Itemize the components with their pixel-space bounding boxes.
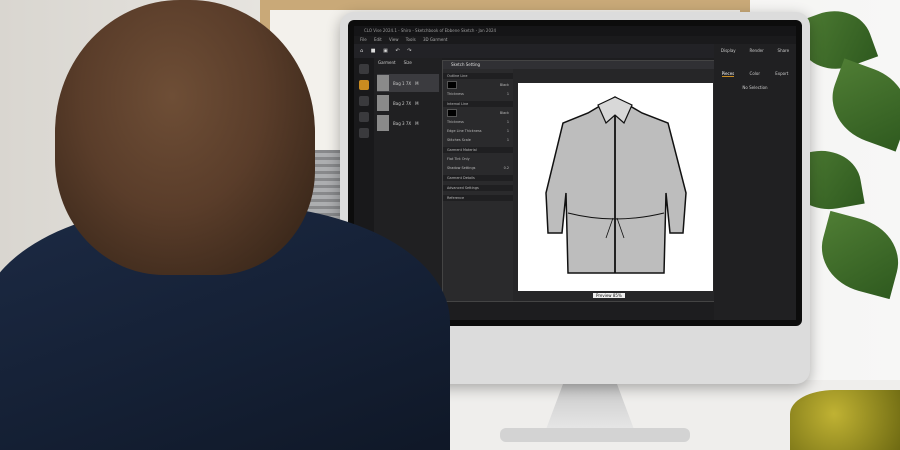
sketch-preview	[518, 83, 713, 291]
color-swatch[interactable]	[447, 80, 457, 89]
materials-nav-icon[interactable]	[359, 112, 369, 122]
internal-color-field[interactable]: Black	[447, 108, 509, 117]
menu-item-tools[interactable]: Tools	[406, 37, 416, 42]
jacket-sketch	[545, 96, 687, 274]
render-button[interactable]: Render	[749, 48, 763, 53]
right-panel: Display Render Share Pieces Color Export…	[714, 44, 796, 320]
stitches-scale-field[interactable]: Stitches Scale 1	[447, 136, 509, 143]
redo-icon[interactable]: ↷	[407, 48, 411, 54]
menu-bar: File Edit View Tools 3D Garment	[354, 36, 796, 44]
list-item[interactable]: Bag 1 7X M	[377, 74, 439, 92]
list-header-garment[interactable]: Garment	[378, 60, 396, 70]
monitor-base	[500, 428, 690, 442]
list-header-size[interactable]: Size	[404, 60, 412, 70]
settings-panel: Outline Line Black Thickness 1 Internal L…	[443, 69, 513, 301]
list-item[interactable]: Bag 3 7X M	[377, 114, 439, 132]
tab-color[interactable]: Color	[750, 71, 760, 77]
edge-line-field[interactable]: Edge Line Thickness 1	[447, 127, 509, 134]
save-icon[interactable]: ▣	[383, 48, 388, 54]
tab-pieces[interactable]: Pieces	[721, 71, 735, 77]
outline-thickness-field[interactable]: Thickness 1	[447, 90, 509, 97]
section-reference[interactable]: Reference	[443, 195, 513, 201]
avatar-nav-icon[interactable]	[359, 64, 369, 74]
display-button[interactable]: Display	[721, 48, 736, 53]
plant-pot	[790, 390, 900, 450]
app-titlebar: CLO Vise 2024.1 - Shiro - Sketchbook of …	[354, 26, 796, 36]
section-garment-details[interactable]: Garment Details	[443, 175, 513, 181]
garment-thumbnail	[377, 75, 389, 91]
right-tabs: Pieces Color Export	[714, 71, 796, 77]
section-outline-line[interactable]: Outline Line	[443, 73, 513, 79]
selection-status: No Selection	[742, 85, 768, 90]
preview-label: Preview 85%	[593, 293, 625, 298]
window-top-bar	[260, 0, 750, 10]
home-icon[interactable]: ⌂	[360, 48, 363, 54]
color-swatch[interactable]	[447, 108, 457, 117]
section-garment-material[interactable]: Garment Material	[443, 147, 513, 153]
fabric-nav-icon[interactable]	[359, 128, 369, 138]
shadow-settings-field[interactable]: Shadow Settings 0.2	[447, 164, 509, 171]
section-internal-line[interactable]: Internal Line	[443, 101, 513, 107]
garment-nav-icon[interactable]	[359, 80, 369, 90]
share-button[interactable]: Share	[778, 48, 790, 53]
garment-thumbnail	[377, 95, 389, 111]
internal-thickness-field[interactable]: Thickness 1	[447, 118, 509, 125]
menu-item-file[interactable]: File	[360, 37, 367, 42]
stop-icon[interactable]: ■	[371, 48, 376, 54]
menu-item-view[interactable]: View	[389, 37, 399, 42]
outline-color-field[interactable]: Black	[447, 80, 509, 89]
scene: CLO Vise 2024.1 - Shiro - Sketchbook of …	[0, 0, 900, 450]
section-advanced-settings[interactable]: Advanced Settings	[443, 185, 513, 191]
material-color-field[interactable]: Flat Tint Only	[447, 155, 509, 162]
person-hair	[55, 0, 315, 275]
undo-icon[interactable]: ↶	[395, 48, 399, 54]
list-item[interactable]: Bag 2 7X M	[377, 94, 439, 112]
garment-thumbnail	[377, 115, 389, 131]
tab-export[interactable]: Export	[775, 71, 788, 77]
zoom-value[interactable]: 85%	[613, 293, 622, 298]
library-nav-icon[interactable]	[359, 96, 369, 106]
menu-item-edit[interactable]: Edit	[374, 37, 382, 42]
menu-item-3d-garment[interactable]: 3D Garment	[423, 37, 447, 42]
